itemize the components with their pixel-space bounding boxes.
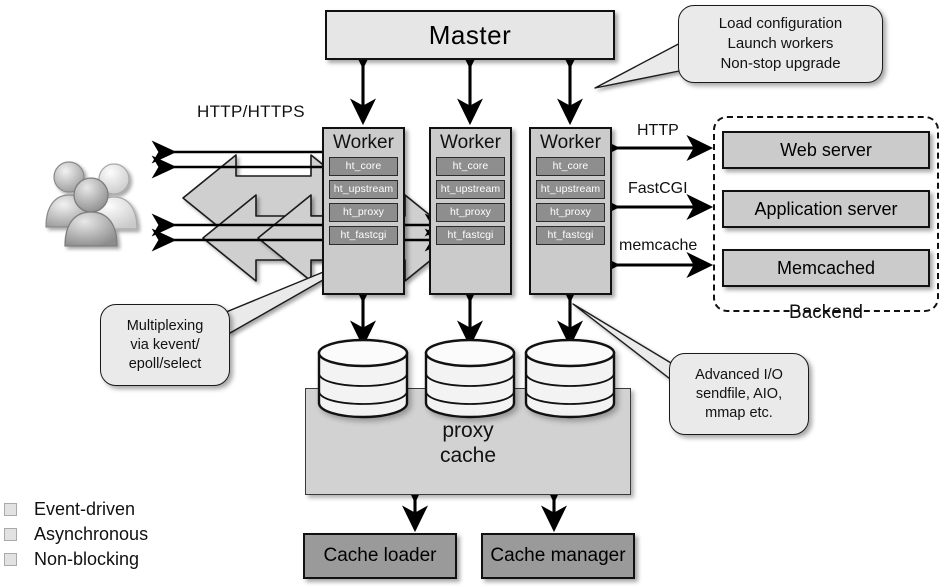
module-ht-fastcgi[interactable]: ht_fastcgi <box>536 226 605 245</box>
feature-label: Asynchronous <box>34 524 149 544</box>
callout-line: epoll/select <box>128 355 202 372</box>
worker-title: Worker <box>440 132 501 153</box>
worker-process-2[interactable]: Worker ht_core ht_upstream ht_proxy ht_f… <box>429 127 512 295</box>
feature-label: Event-driven <box>34 499 136 519</box>
list-item: Asynchronous <box>0 522 148 547</box>
module-ht-proxy[interactable]: ht_proxy <box>436 203 505 222</box>
master-worker-connectors <box>349 42 584 126</box>
callout-advanced-io: Advanced I/O sendfile, AIO, mmap etc. <box>669 353 809 435</box>
list-item: Event-driven <box>0 497 148 522</box>
module-ht-core[interactable]: ht_core <box>329 157 398 176</box>
cache-process-connectors <box>401 476 568 533</box>
feature-label: Non-blocking <box>34 549 140 569</box>
proxy-cache-label-line2: cache <box>439 444 497 467</box>
clients-users-group-icon <box>38 145 148 255</box>
architecture-diagram: Master HTTP/HTTPS Worker ht_core ht_upst… <box>0 0 944 587</box>
cache-store-cylinder-3 <box>522 335 618 421</box>
backend-memcached[interactable]: Memcached <box>722 249 930 287</box>
list-item: Non-blocking <box>0 547 148 572</box>
request-lines-bottom <box>151 213 450 252</box>
cache-store-cylinder-2 <box>422 335 518 421</box>
cache-manager-box[interactable]: Cache manager <box>481 533 635 579</box>
module-ht-upstream[interactable]: ht_upstream <box>436 180 505 199</box>
backend-service-label: Application server <box>754 198 898 219</box>
callout-line: Load configuration <box>718 15 843 32</box>
worker-title: Worker <box>333 132 394 153</box>
callout-line: via kevent/ <box>130 336 200 353</box>
worker-process-1[interactable]: Worker ht_core ht_upstream ht_proxy ht_f… <box>322 127 405 295</box>
cache-manager-label: Cache manager <box>490 545 626 566</box>
module-ht-proxy[interactable]: ht_proxy <box>536 203 605 222</box>
feature-list: Event-driven Asynchronous Non-blocking <box>0 497 148 572</box>
cache-loader-box[interactable]: Cache loader <box>303 533 457 579</box>
bullet-square-icon <box>4 528 17 541</box>
backend-application-server[interactable]: Application server <box>722 190 930 228</box>
module-ht-fastcgi[interactable]: ht_fastcgi <box>436 226 505 245</box>
module-ht-proxy[interactable]: ht_proxy <box>329 203 398 222</box>
proxy-cache-label: proxy cache <box>305 418 631 468</box>
callout-line: Advanced I/O <box>695 366 783 383</box>
module-ht-upstream[interactable]: ht_upstream <box>329 180 398 199</box>
worker-title: Worker <box>540 132 601 153</box>
module-ht-fastcgi[interactable]: ht_fastcgi <box>329 226 398 245</box>
backend-service-label: Memcached <box>776 257 876 278</box>
backend-protocol-memcache: memcache <box>619 237 698 254</box>
bullet-square-icon <box>4 553 17 566</box>
master-label: Master <box>428 19 512 50</box>
bullet-square-icon <box>4 503 17 516</box>
callout-line: Multiplexing <box>126 317 204 334</box>
callout-line: sendfile, AIO, <box>695 385 783 402</box>
proxy-cache-label-line1: proxy <box>442 419 494 442</box>
callout-multiplexing: Multiplexing via kevent/ epoll/select <box>100 304 230 386</box>
cache-loader-label: Cache loader <box>323 545 437 566</box>
callout-line: Non-stop upgrade <box>720 55 841 72</box>
callout-line: mmap etc. <box>705 404 773 421</box>
master-process-box[interactable]: Master <box>325 10 615 60</box>
backend-web-server[interactable]: Web server <box>722 131 930 169</box>
backend-service-label: Web server <box>780 139 872 160</box>
backend-zone-label: Backend <box>789 302 863 323</box>
backend-protocol-fastcgi: FastCGI <box>628 180 688 197</box>
backend-protocol-http: HTTP <box>637 122 679 139</box>
callout-master-responsibilities: Load configuration Launch workers Non-st… <box>678 5 883 83</box>
cache-store-cylinder-1 <box>315 335 411 421</box>
worker-process-3[interactable]: Worker ht_core ht_upstream ht_proxy ht_f… <box>529 127 612 295</box>
client-protocol-label: HTTP/HTTPS <box>197 102 305 121</box>
callout-line: Launch workers <box>727 35 834 52</box>
module-ht-core[interactable]: ht_core <box>436 157 505 176</box>
module-ht-core[interactable]: ht_core <box>536 157 605 176</box>
module-ht-upstream[interactable]: ht_upstream <box>536 180 605 199</box>
